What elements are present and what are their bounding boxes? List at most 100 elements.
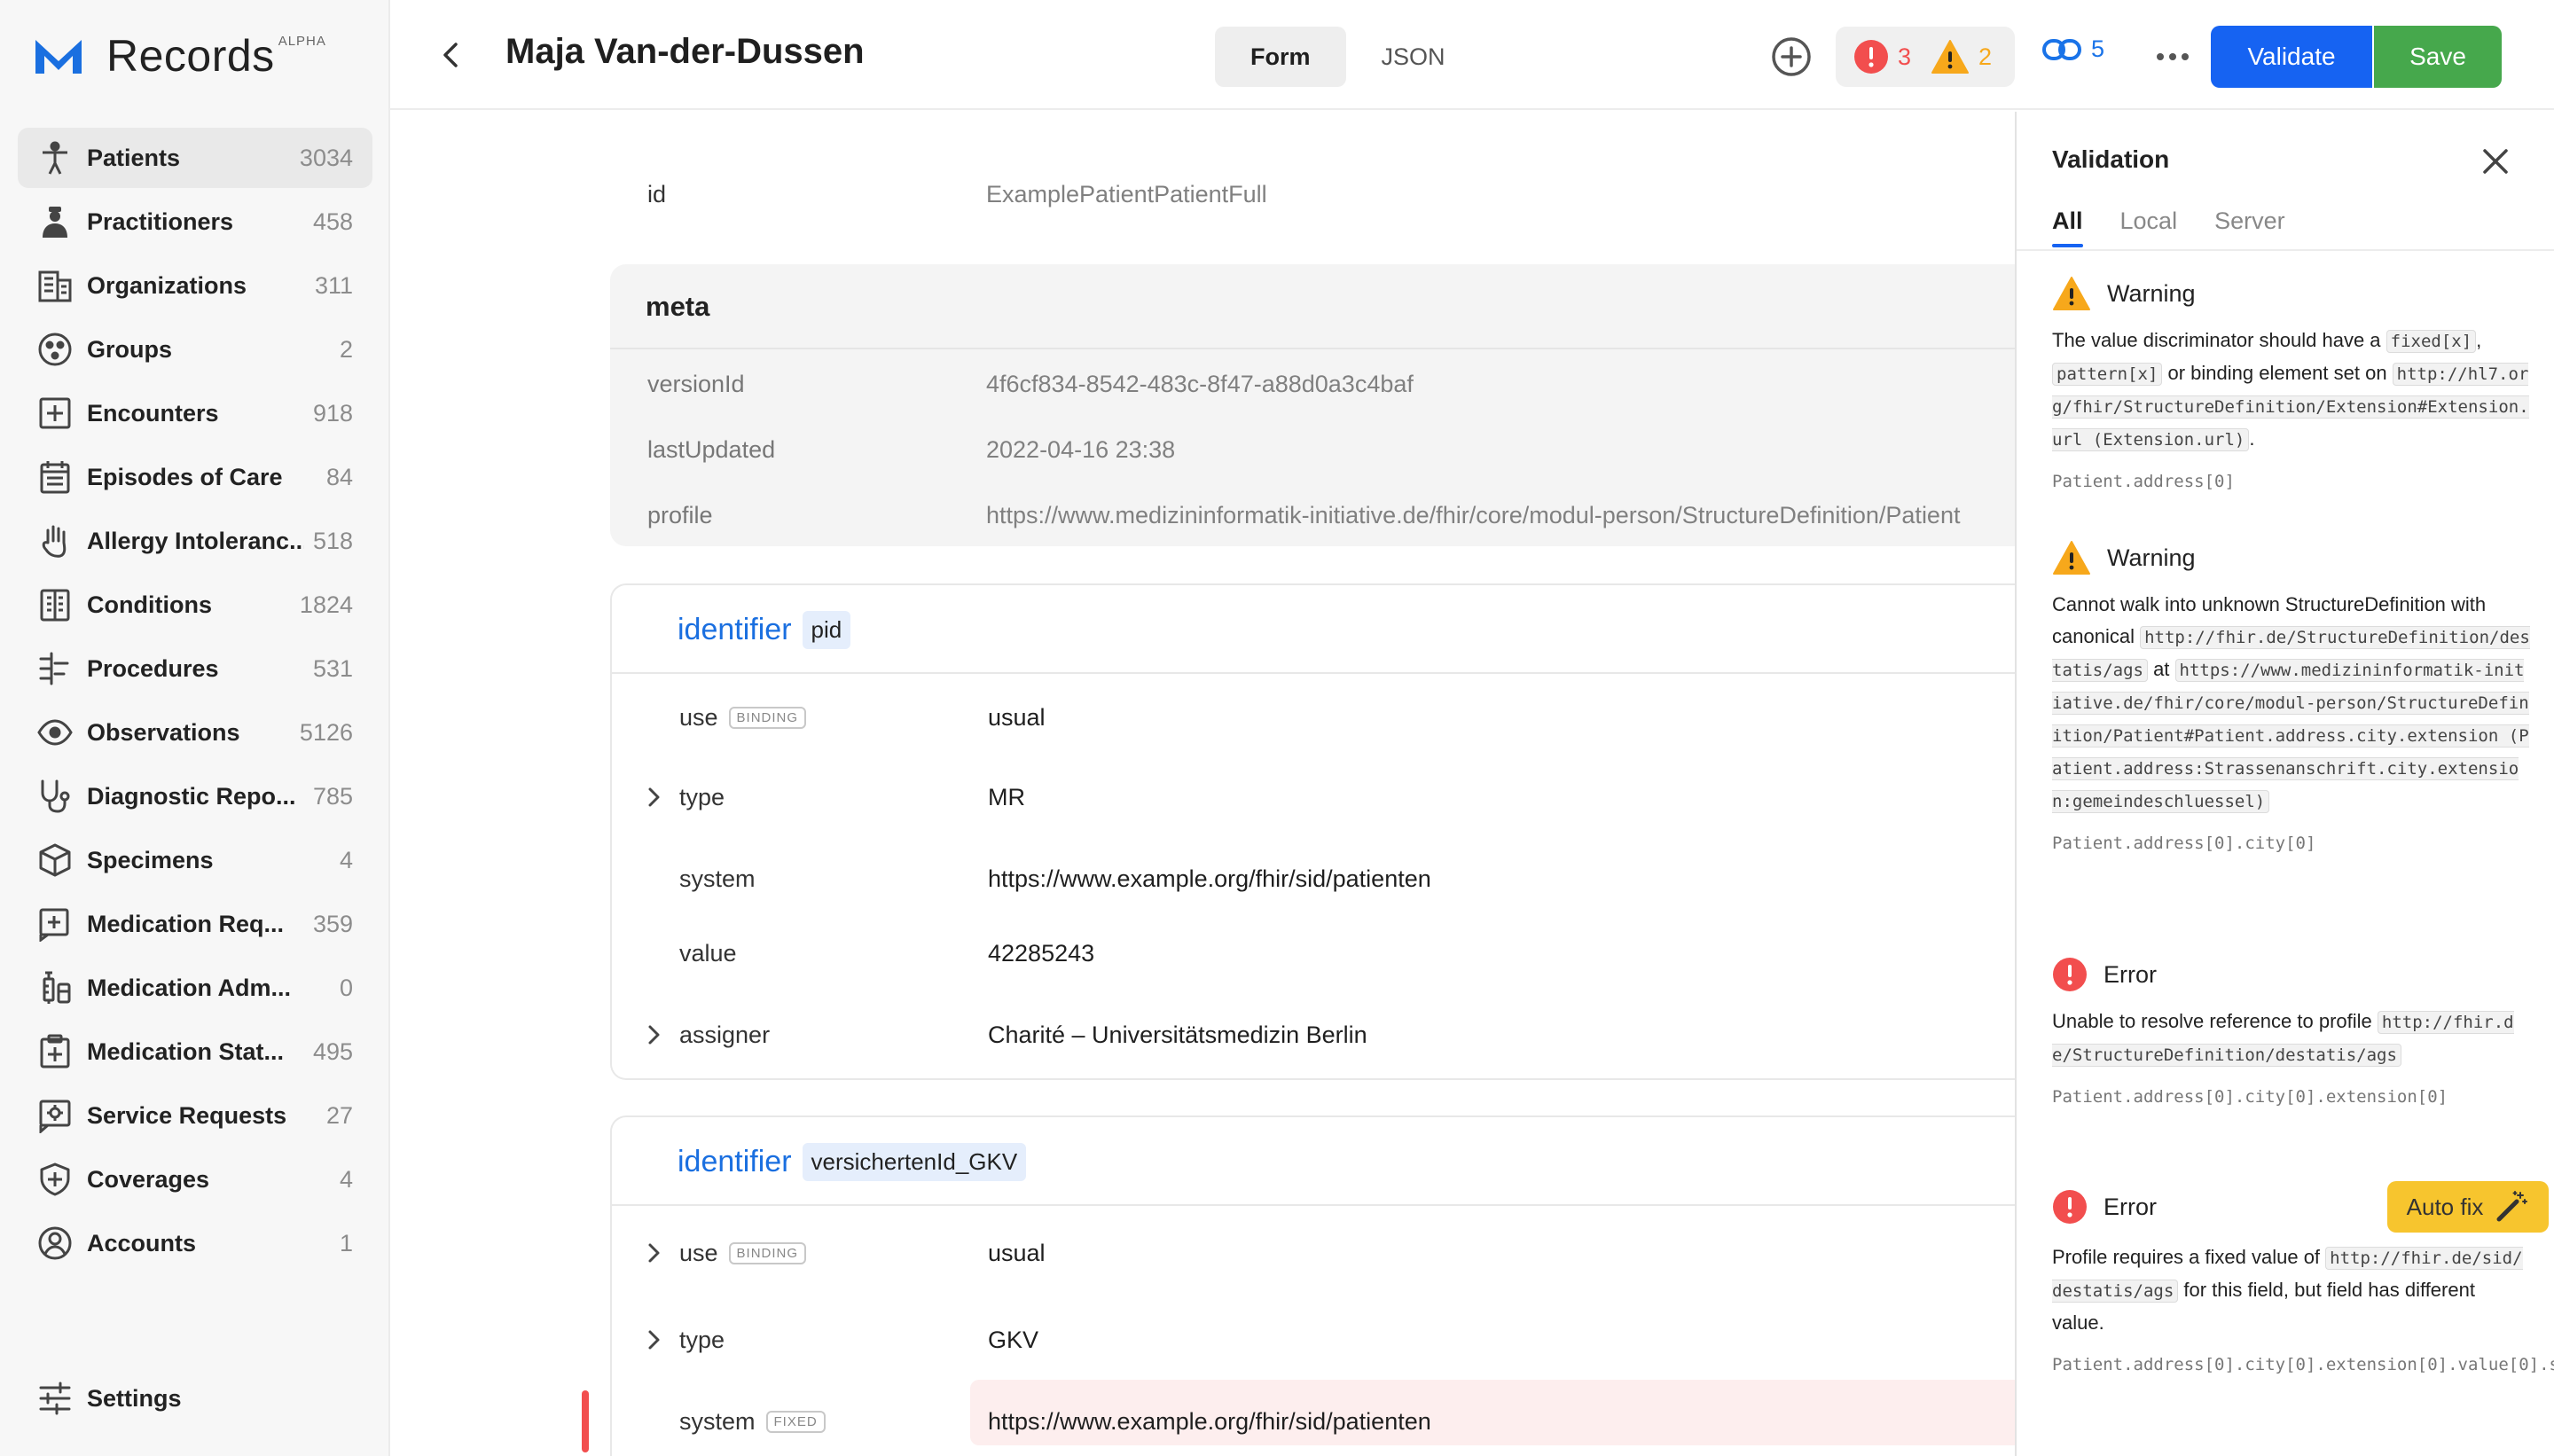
magic-wand-icon (2496, 1191, 2528, 1222)
chevron-right-icon[interactable] (642, 1241, 665, 1264)
message-text: The value discriminator should have a (2052, 329, 2386, 351)
field-value-versionid[interactable]: 4f6cf834-8542-483c-8f47-a88d0a3c4baf (986, 371, 1414, 398)
sidebar-item-label: Episodes of Care (87, 463, 283, 490)
issue-header: Warning (2052, 536, 2531, 580)
sidebar-item-medication-requests[interactable]: Medication Req... 359 (18, 894, 372, 954)
sidebar-item-observations[interactable]: Observations 5126 (18, 702, 372, 763)
chevron-right-icon[interactable] (642, 1328, 665, 1351)
issue-path[interactable]: Patient.address[0].city[0] (2052, 830, 2531, 857)
auto-fix-button[interactable]: Auto fix (2387, 1181, 2549, 1233)
field-value-assigner[interactable]: Charité – Universitätsmedizin Berlin (988, 1022, 1367, 1049)
sidebar-item-service-requests[interactable]: Service Requests 27 (18, 1085, 372, 1146)
identifier-card-versichertenid-gkv: identifier versichertenId_GKV use BINDIN… (610, 1115, 2015, 1456)
references-button[interactable]: 5 (2041, 35, 2104, 63)
sidebar-item-count: 4 (339, 846, 353, 873)
warning-icon (1931, 40, 1970, 74)
add-button[interactable] (1769, 35, 1814, 79)
field-value-id[interactable]: ExamplePatientPatientFull (986, 181, 1267, 208)
tab-server[interactable]: Server (2214, 207, 2285, 247)
sidebar-item-procedures[interactable]: Procedures 531 (18, 638, 372, 699)
link-count: 5 (2091, 35, 2105, 62)
more-options-button[interactable] (2151, 35, 2195, 78)
close-button[interactable] (2478, 144, 2513, 179)
validation-issue[interactable]: Error Auto fix Profile requires a fixed … (2052, 1181, 2554, 1378)
field-value-system[interactable]: https://www.example.org/fhir/sid/patient… (988, 1408, 1431, 1436)
field-value-value[interactable]: 42285243 (988, 940, 1094, 967)
resource-form: id ExamplePatientPatientFull meta versio… (392, 112, 2015, 1456)
field-key-label: system (679, 1408, 756, 1435)
sidebar-item-label: Encounters (87, 399, 219, 427)
back-button[interactable] (431, 35, 470, 74)
field-value-type[interactable]: MR (988, 784, 1025, 811)
issue-severity: Error (2104, 1193, 2157, 1220)
field-key-id: id (647, 181, 667, 207)
tab-form[interactable]: Form (1215, 27, 1346, 87)
person-icon (35, 138, 74, 177)
sidebar-item-count: 495 (312, 1037, 353, 1065)
sidebar-item-label: Coverages (87, 1165, 210, 1193)
field-key-type: type (679, 1327, 725, 1353)
warning-icon (2053, 277, 2090, 310)
sidebar-item-medication-administrations[interactable]: Medication Adm... 0 (18, 958, 372, 1018)
field-key-value: value (679, 940, 737, 967)
message-text: . (2249, 427, 2255, 450)
settings-label: Settings (87, 1384, 182, 1412)
field-value-type[interactable]: GKV (988, 1327, 1038, 1354)
field-value-use[interactable]: usual (988, 1240, 1046, 1267)
sidebar-item-medication-statements[interactable]: Medication Stat... 495 (18, 1022, 372, 1082)
sidebar-item-coverages[interactable]: Coverages 4 (18, 1149, 372, 1209)
sidebar-item-count: 3034 (299, 144, 353, 171)
field-value-system[interactable]: https://www.example.org/fhir/sid/patient… (988, 865, 1431, 893)
message-code: fixed[x] (2386, 330, 2477, 353)
sidebar-item-accounts[interactable]: Accounts 1 (18, 1213, 372, 1273)
validation-issue[interactable]: Warning The value discriminator should h… (2052, 271, 2531, 495)
sidebar-item-diagnostic-reports[interactable]: Diagnostic Repo... 785 (18, 766, 372, 826)
save-button[interactable]: Save (2374, 26, 2502, 88)
sidebar-item-practitioners[interactable]: Practitioners 458 (18, 192, 372, 252)
more-horizontal-icon (2157, 53, 2189, 60)
chevron-right-icon[interactable] (642, 786, 665, 809)
sidebar-item-episodes-of-care[interactable]: Episodes of Care 84 (18, 447, 372, 507)
sidebar-item-groups[interactable]: Groups 2 (18, 319, 372, 380)
chevron-right-icon[interactable] (642, 1023, 665, 1046)
sidebar-item-label: Medication Adm... (87, 974, 292, 1001)
view-tabs: Form JSON (1215, 27, 1481, 87)
brand[interactable]: Records ALPHA (34, 27, 326, 85)
validate-button[interactable]: Validate (2211, 26, 2372, 88)
clipboard-plus-icon (35, 1032, 74, 1071)
shield-plus-icon (35, 1160, 74, 1199)
validation-issue[interactable]: Warning Cannot walk into unknown Structu… (2052, 536, 2531, 857)
sidebar-item-allergy-intolerances[interactable]: Allergy Intoleranc... 518 (18, 511, 372, 571)
sidebar-item-encounters[interactable]: Encounters 918 (18, 383, 372, 443)
sidebar-item-patients[interactable]: Patients 3034 (18, 128, 372, 188)
sidebar-item-count: 518 (312, 527, 353, 554)
issue-path[interactable]: Patient.address[0].city[0].extension[0].… (2052, 1351, 2554, 1378)
issue-path[interactable]: Patient.address[0].city[0].extension[0] (2052, 1084, 2531, 1110)
message-text: , (2476, 329, 2482, 351)
issue-path[interactable]: Patient.address[0] (2052, 468, 2531, 495)
sidebar-item-count: 0 (339, 974, 353, 1001)
validation-issue[interactable]: Error Unable to resolve reference to pro… (2052, 952, 2531, 1110)
link-icon (2042, 38, 2081, 60)
issues-summary-button[interactable]: 3 2 (1836, 27, 2015, 87)
tab-all[interactable]: All (2052, 207, 2083, 247)
issue-header: Error (2052, 952, 2531, 997)
field-key-lastupdated: lastUpdated (647, 436, 776, 463)
sidebar-item-label: Diagnostic Repo... (87, 782, 296, 810)
error-icon (1854, 40, 1888, 74)
sidebar-item-organizations[interactable]: Organizations 311 (18, 255, 372, 316)
sidebar-item-label: Medication Stat... (87, 1037, 285, 1065)
sidebar-item-settings[interactable]: Settings (35, 1379, 182, 1418)
sidebar-item-label: Procedures (87, 654, 219, 682)
tab-json[interactable]: JSON (1346, 27, 1481, 87)
validation-panel: Validation All Local Server Warning The … (2015, 112, 2554, 1456)
field-value-lastupdated[interactable]: 2022-04-16 23:38 (986, 436, 1175, 464)
sidebar-item-conditions[interactable]: Conditions 1824 (18, 575, 372, 635)
issue-header: Warning (2052, 271, 2531, 316)
sidebar-item-specimens[interactable]: Specimens 4 (18, 830, 372, 890)
message-text: at (2147, 658, 2175, 680)
tab-local[interactable]: Local (2120, 207, 2178, 247)
field-value-profile[interactable]: https://www.medizininformatik-initiative… (986, 502, 1960, 529)
sidebar-item-label: Observations (87, 718, 240, 746)
field-value-use[interactable]: usual (988, 704, 1046, 732)
